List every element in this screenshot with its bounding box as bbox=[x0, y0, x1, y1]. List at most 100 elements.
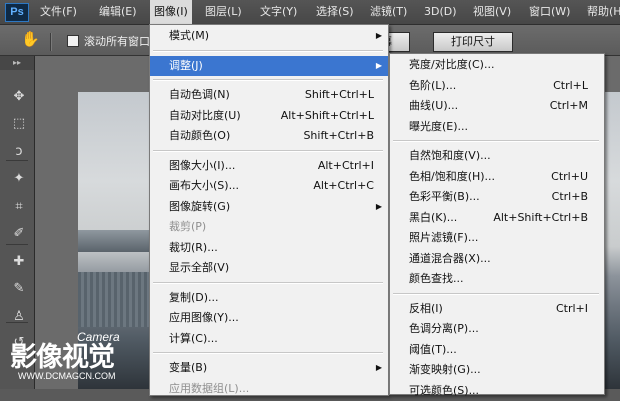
menu-item-复制[interactable]: 复制(D)... bbox=[150, 288, 388, 309]
menu-item-黑白[interactable]: 黑白(K)...Alt+Shift+Ctrl+B bbox=[390, 208, 604, 229]
eyedropper-icon[interactable]: ✐ bbox=[10, 225, 28, 243]
menu-item-label: 模式(M) bbox=[169, 26, 209, 47]
submenu-arrow-icon: ▶ bbox=[376, 56, 382, 77]
menu-item-模式[interactable]: 模式(M) ▶ bbox=[150, 26, 388, 47]
menu-item-色相-饱和度[interactable]: 色相/饱和度(H)... Ctrl+U bbox=[390, 167, 604, 188]
menu-item-色彩平衡[interactable]: 色彩平衡(B)...Ctrl+B bbox=[390, 187, 604, 208]
menu-item-label: 自动色调(N) bbox=[169, 85, 230, 106]
menu-item-label: 照片滤镜(F)... bbox=[409, 228, 478, 249]
menu-item-shortcut: Ctrl+M bbox=[550, 96, 588, 117]
menu-2[interactable]: 编辑(E) bbox=[95, 0, 141, 24]
menu-item-label: 自动颜色(O) bbox=[169, 126, 230, 147]
menu-1[interactable]: 文件(F) bbox=[36, 0, 81, 24]
brush-icon[interactable]: ✎ bbox=[10, 280, 28, 298]
menu-item-显示全部[interactable]: 显示全部(V) bbox=[150, 258, 388, 279]
menu-item-label: 显示全部(V) bbox=[169, 258, 229, 279]
tools-separator bbox=[6, 244, 28, 245]
menu-item-shortcut: Ctrl+U bbox=[551, 167, 588, 188]
menu-item-色调分离[interactable]: 色调分离(P)... bbox=[390, 319, 604, 340]
crop-icon[interactable]: ⌗ bbox=[10, 198, 28, 216]
menu-4[interactable]: 图层(L) bbox=[201, 0, 246, 24]
menu-item-label: 画布大小(S)... bbox=[169, 176, 239, 197]
tools-separator bbox=[6, 160, 28, 161]
menu-9[interactable]: 视图(V) bbox=[469, 0, 515, 24]
menu-item-照片滤镜[interactable]: 照片滤镜(F)... bbox=[390, 228, 604, 249]
menu-item-颜色查找[interactable]: 颜色查找... bbox=[390, 269, 604, 290]
menu-item-label: 图像旋转(G) bbox=[169, 197, 230, 218]
menu-item-阈值[interactable]: 阈值(T)... bbox=[390, 340, 604, 361]
menu-item-曲线[interactable]: 曲线(U)...Ctrl+M bbox=[390, 96, 604, 117]
magic-wand-icon[interactable]: ✦ bbox=[10, 170, 28, 188]
menu-item-shortcut: Shift+Ctrl+L bbox=[305, 85, 374, 106]
menu-item-亮度-对比度[interactable]: 亮度/对比度(C)... bbox=[390, 55, 604, 76]
menu-6[interactable]: 选择(S) bbox=[312, 0, 358, 24]
menu-item-图像大小[interactable]: 图像大小(I)...Alt+Ctrl+I bbox=[150, 156, 388, 177]
menu-item-图像旋转[interactable]: 图像旋转(G) ▶ bbox=[150, 197, 388, 218]
menu-item-自动色调[interactable]: 自动色调(N) Shift+Ctrl+L bbox=[150, 85, 388, 106]
menu-item-shortcut: Ctrl+L bbox=[553, 76, 588, 97]
lasso-icon[interactable]: ↄ bbox=[10, 143, 28, 161]
menu-item-裁剪: 裁剪(P) bbox=[150, 217, 388, 238]
menu-item-自动对比度[interactable]: 自动对比度(U) Alt+Shift+Ctrl+L bbox=[150, 106, 388, 127]
menu-11[interactable]: 帮助(H) bbox=[583, 0, 620, 24]
menu-separator bbox=[153, 79, 383, 81]
hand-tool-icon[interactable]: ✋ bbox=[21, 30, 40, 48]
menu-item-label: 变量(B) bbox=[169, 358, 207, 379]
menu-item-变量[interactable]: 变量(B)▶ bbox=[150, 358, 388, 379]
menu-item-label: 曝光度(E)... bbox=[409, 117, 468, 138]
marquee-icon[interactable]: ⬚ bbox=[10, 115, 28, 133]
menu-3[interactable]: 图像(I) bbox=[150, 0, 192, 24]
menu-item-label: 阈值(T)... bbox=[409, 340, 457, 361]
menu-item-shortcut: Shift+Ctrl+B bbox=[303, 126, 374, 147]
menu-separator bbox=[153, 282, 383, 284]
menu-item-label: 颜色查找... bbox=[409, 269, 464, 290]
menu-item-label: 调整(J) bbox=[169, 56, 203, 77]
menu-8[interactable]: 3D(D) bbox=[420, 0, 461, 24]
menu-separator bbox=[393, 293, 599, 295]
menu-item-色阶[interactable]: 色阶(L)... Ctrl+L bbox=[390, 76, 604, 97]
menu-item-调整[interactable]: 调整(J) ▶ bbox=[150, 56, 388, 77]
menu-separator bbox=[153, 352, 383, 354]
watermark-camera-text: Camera bbox=[77, 330, 120, 344]
menu-item-通道混合器[interactable]: 通道混合器(X)... bbox=[390, 249, 604, 270]
menu-item-可选颜色[interactable]: 可选颜色(S)... bbox=[390, 381, 604, 401]
menu-separator bbox=[153, 150, 383, 152]
print-size-button[interactable]: 打印尺寸 bbox=[433, 32, 513, 52]
tools-separator bbox=[6, 322, 28, 323]
clone-stamp-icon[interactable]: ♙ bbox=[10, 308, 28, 326]
menu-item-label: 色阶(L)... bbox=[409, 76, 456, 97]
menu-item-自然饱和度[interactable]: 自然饱和度(V)... bbox=[390, 146, 604, 167]
menu-item-label: 反相(I) bbox=[409, 299, 443, 320]
menu-separator bbox=[153, 50, 383, 52]
scroll-all-windows-checkbox[interactable] bbox=[67, 35, 79, 47]
menu-item-反相[interactable]: 反相(I) Ctrl+I bbox=[390, 299, 604, 320]
menu-item-shortcut: Alt+Shift+Ctrl+B bbox=[493, 208, 588, 229]
menu-item-画布大小[interactable]: 画布大小(S)...Alt+Ctrl+C bbox=[150, 176, 388, 197]
menu-item-shortcut: Ctrl+B bbox=[552, 187, 588, 208]
menu-item-自动颜色[interactable]: 自动颜色(O) Shift+Ctrl+B bbox=[150, 126, 388, 147]
menu-item-label: 通道混合器(X)... bbox=[409, 249, 491, 270]
menu-item-计算[interactable]: 计算(C)... bbox=[150, 329, 388, 350]
menu-item-应用图像[interactable]: 应用图像(Y)... bbox=[150, 308, 388, 329]
menu-item-label: 裁切(R)... bbox=[169, 238, 218, 259]
menu-5[interactable]: 文字(Y) bbox=[256, 0, 301, 24]
menu-item-label: 应用图像(Y)... bbox=[169, 308, 239, 329]
menu-item-渐变映射[interactable]: 渐变映射(G)... bbox=[390, 360, 604, 381]
menu-10[interactable]: 窗口(W) bbox=[525, 0, 574, 24]
healing-brush-icon[interactable]: ✚ bbox=[10, 253, 28, 271]
submenu-arrow-icon: ▶ bbox=[376, 197, 382, 218]
submenu-arrow-icon: ▶ bbox=[376, 26, 382, 47]
move-icon[interactable]: ✥ bbox=[10, 88, 28, 106]
menu-item-label: 裁剪(P) bbox=[169, 217, 206, 238]
menu-item-裁切[interactable]: 裁切(R)... bbox=[150, 238, 388, 259]
menu-item-label: 色相/饱和度(H)... bbox=[409, 167, 495, 188]
menu-item-shortcut: Alt+Shift+Ctrl+L bbox=[281, 106, 374, 127]
menu-item-label: 图像大小(I)... bbox=[169, 156, 235, 177]
menu-item-曝光度[interactable]: 曝光度(E)... bbox=[390, 117, 604, 138]
menu-item-label: 自动对比度(U) bbox=[169, 106, 241, 127]
tools-panel-grip[interactable]: ▸▸ bbox=[0, 56, 34, 70]
menu-item-shortcut: Ctrl+I bbox=[556, 299, 588, 320]
photoshop-logo: Ps bbox=[5, 3, 29, 22]
menu-7[interactable]: 滤镜(T) bbox=[366, 0, 411, 24]
menu-separator bbox=[393, 140, 599, 142]
